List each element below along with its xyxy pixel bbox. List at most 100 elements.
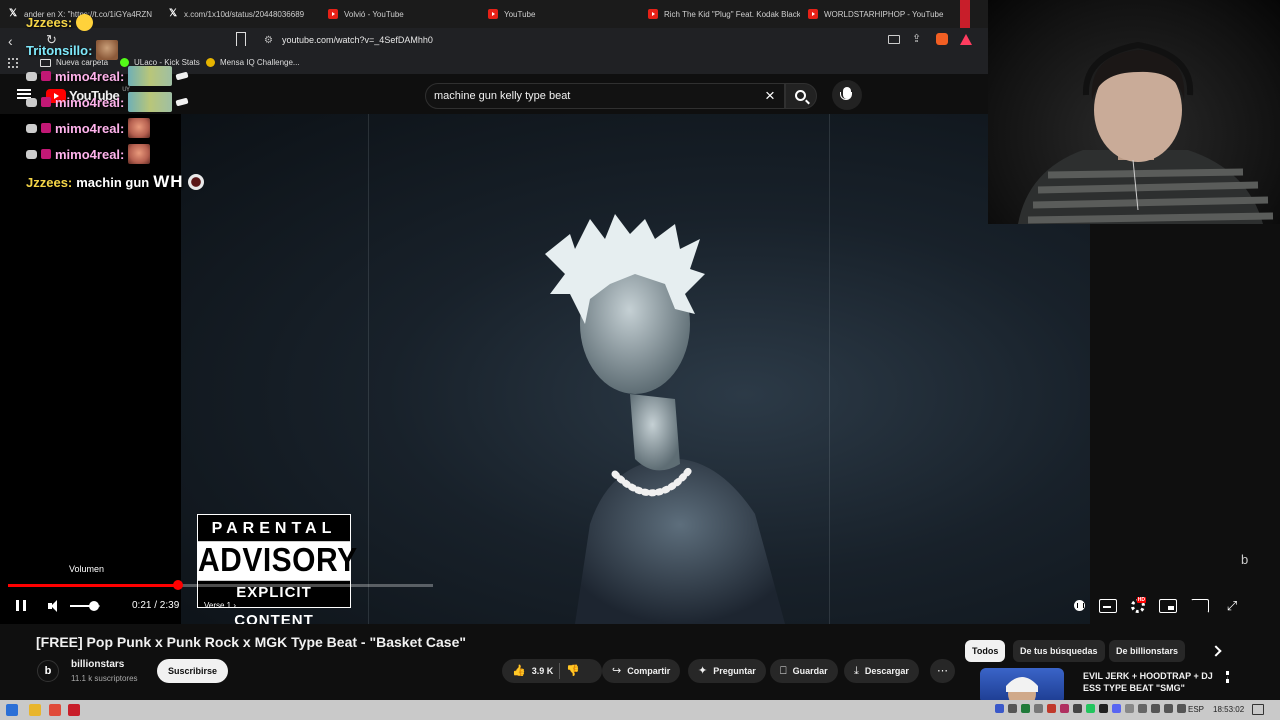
like-count[interactable]: 3.9 K xyxy=(532,666,554,676)
filter-chip-searches[interactable]: De tus búsquedas xyxy=(1013,640,1105,662)
volume-icon[interactable] xyxy=(48,599,64,613)
cast-icon[interactable] xyxy=(1191,599,1209,613)
search-input[interactable] xyxy=(434,90,754,102)
search-button[interactable] xyxy=(785,83,817,109)
chat-message: Tritonsillo: xyxy=(26,40,119,60)
like-icon[interactable]: 👍 xyxy=(512,665,526,677)
kebab-menu-icon[interactable] xyxy=(1226,671,1229,683)
volume-handle[interactable] xyxy=(89,601,99,611)
fullscreen-icon[interactable]: ⤢ xyxy=(1223,599,1241,613)
language-indicator[interactable]: ESP xyxy=(1188,705,1204,714)
chat-username: mimo4real: xyxy=(55,68,125,84)
start-icon[interactable] xyxy=(6,704,18,716)
tray-icon[interactable] xyxy=(1086,704,1095,713)
volume-slider[interactable] xyxy=(70,601,100,611)
browser-tab[interactable]: Rich The Kid "Plug" Feat. Kodak Black xyxy=(640,0,800,28)
save-label: Guardar xyxy=(792,666,828,676)
badge-icon xyxy=(26,149,37,159)
site-info-icon[interactable]: ⚙ xyxy=(264,35,273,46)
youtube-icon xyxy=(488,9,498,19)
player-right-controls: HD ⤢ xyxy=(1074,597,1241,613)
tray-icon[interactable] xyxy=(995,704,1004,713)
progress-scrubber[interactable] xyxy=(173,580,183,590)
badge-icon xyxy=(26,97,37,107)
share-button[interactable]: ↪ Compartir xyxy=(602,659,681,683)
dislike-icon[interactable]: 👎 xyxy=(566,665,580,677)
tray-icon[interactable] xyxy=(1164,704,1173,713)
share-arrow-icon: ↪ xyxy=(612,665,622,677)
back-icon[interactable]: ‹ xyxy=(8,33,13,49)
tray-icon[interactable] xyxy=(1073,704,1082,713)
chapter-button[interactable]: Verse 1 › xyxy=(204,601,236,610)
autoplay-toggle-icon[interactable] xyxy=(1074,600,1085,611)
clear-search-icon[interactable]: × xyxy=(765,86,775,106)
browser-tab[interactable]: YouTube xyxy=(480,0,640,28)
badge-icon xyxy=(41,97,51,107)
artist-photo xyxy=(545,214,785,624)
chat-message: mimo4real: xyxy=(26,118,151,138)
ask-button[interactable]: ✦ Preguntar xyxy=(688,659,766,683)
tray-icon[interactable] xyxy=(1034,704,1043,713)
video-title: [FREE] Pop Punk x Punk Rock x MGK Type B… xyxy=(36,634,467,650)
tray-icon[interactable] xyxy=(1099,704,1108,713)
emote-icon xyxy=(175,97,189,107)
tray-icon[interactable] xyxy=(1008,704,1017,713)
miniplayer-icon[interactable] xyxy=(1159,599,1177,613)
x-icon: 𝕏 xyxy=(8,8,18,19)
channel-name[interactable]: billionstars xyxy=(71,659,124,670)
notifications-icon[interactable] xyxy=(1252,704,1264,715)
screen: 𝕏ander en X: "https://t.co/1iGYa4RZN 𝕏x.… xyxy=(0,0,1280,720)
youtube-icon xyxy=(328,9,338,19)
chat-username: Jzzees: xyxy=(26,15,73,30)
browser-tab-overflow[interactable] xyxy=(960,0,970,28)
brave-rewards-icon[interactable] xyxy=(960,33,972,45)
pause-icon[interactable] xyxy=(16,600,26,611)
volume-tooltip: Volumen xyxy=(69,564,105,574)
browser-tab[interactable]: WORLDSTARHIPHOP - YouTube xyxy=(800,0,960,28)
tray-icon[interactable] xyxy=(1138,704,1147,713)
tray-icon[interactable] xyxy=(1125,704,1134,713)
brave-shield-icon[interactable] xyxy=(936,33,948,45)
recommendation-thumbnail[interactable] xyxy=(980,668,1064,704)
streamer-webcam xyxy=(988,0,1280,224)
emote-icon xyxy=(128,144,151,164)
voice-search-button[interactable] xyxy=(832,80,862,110)
apps-icon[interactable] xyxy=(8,58,18,68)
tray-icon[interactable] xyxy=(1177,704,1186,713)
tray-icon[interactable] xyxy=(1021,704,1030,713)
browser-tab[interactable]: Volvió - YouTube xyxy=(320,0,480,28)
filter-chip-channel[interactable]: De billionstars xyxy=(1109,640,1186,662)
emote-icon xyxy=(96,40,119,60)
share-label: Compartir xyxy=(627,666,671,676)
download-button[interactable]: ⤓ Descargar xyxy=(844,659,919,683)
subtitles-icon[interactable] xyxy=(1099,599,1117,613)
search-box: × xyxy=(425,83,785,109)
brave-browser-icon[interactable] xyxy=(68,704,80,716)
download-icon: ⤓ xyxy=(854,665,859,677)
filter-chip-all[interactable]: Todos xyxy=(965,640,1006,662)
system-tray xyxy=(995,704,1186,713)
recommendation-title[interactable]: EVIL JERK + HOODTRAP + DJ ESS TYPE BEAT … xyxy=(1083,670,1213,694)
tray-icon[interactable] xyxy=(1151,704,1160,713)
hd-badge: HD xyxy=(1136,597,1146,603)
file-explorer-icon[interactable] xyxy=(29,704,41,716)
clock[interactable]: 18:53:02 xyxy=(1213,705,1244,714)
cast-page-icon[interactable] xyxy=(888,34,900,44)
tray-icon[interactable] xyxy=(1047,704,1056,713)
tray-icon[interactable] xyxy=(1060,704,1069,713)
tray-icon[interactable] xyxy=(1112,704,1121,713)
app-icon[interactable] xyxy=(49,704,61,716)
subscribe-button[interactable]: Suscribirse xyxy=(157,659,229,683)
more-actions-button[interactable]: ⋯ xyxy=(930,659,955,683)
address-bar-actions: ⇪ xyxy=(888,33,972,45)
progress-bar[interactable] xyxy=(8,580,433,590)
channel-watermark-icon[interactable]: b xyxy=(1241,552,1248,567)
save-button[interactable]: ⎕ Guardar xyxy=(770,659,838,683)
settings-gear-icon[interactable]: HD xyxy=(1131,597,1146,613)
chat-message: mimo4real: xyxy=(26,66,189,86)
share-icon[interactable]: ⇪ xyxy=(912,33,924,45)
chat-message: Jzzees: machin gun WH xyxy=(26,172,204,192)
chevron-right-icon[interactable] xyxy=(1210,645,1222,657)
url-field[interactable]: youtube.com/watch?v=_4SefDAMhh0 xyxy=(282,35,433,45)
channel-avatar[interactable]: b xyxy=(37,660,59,682)
